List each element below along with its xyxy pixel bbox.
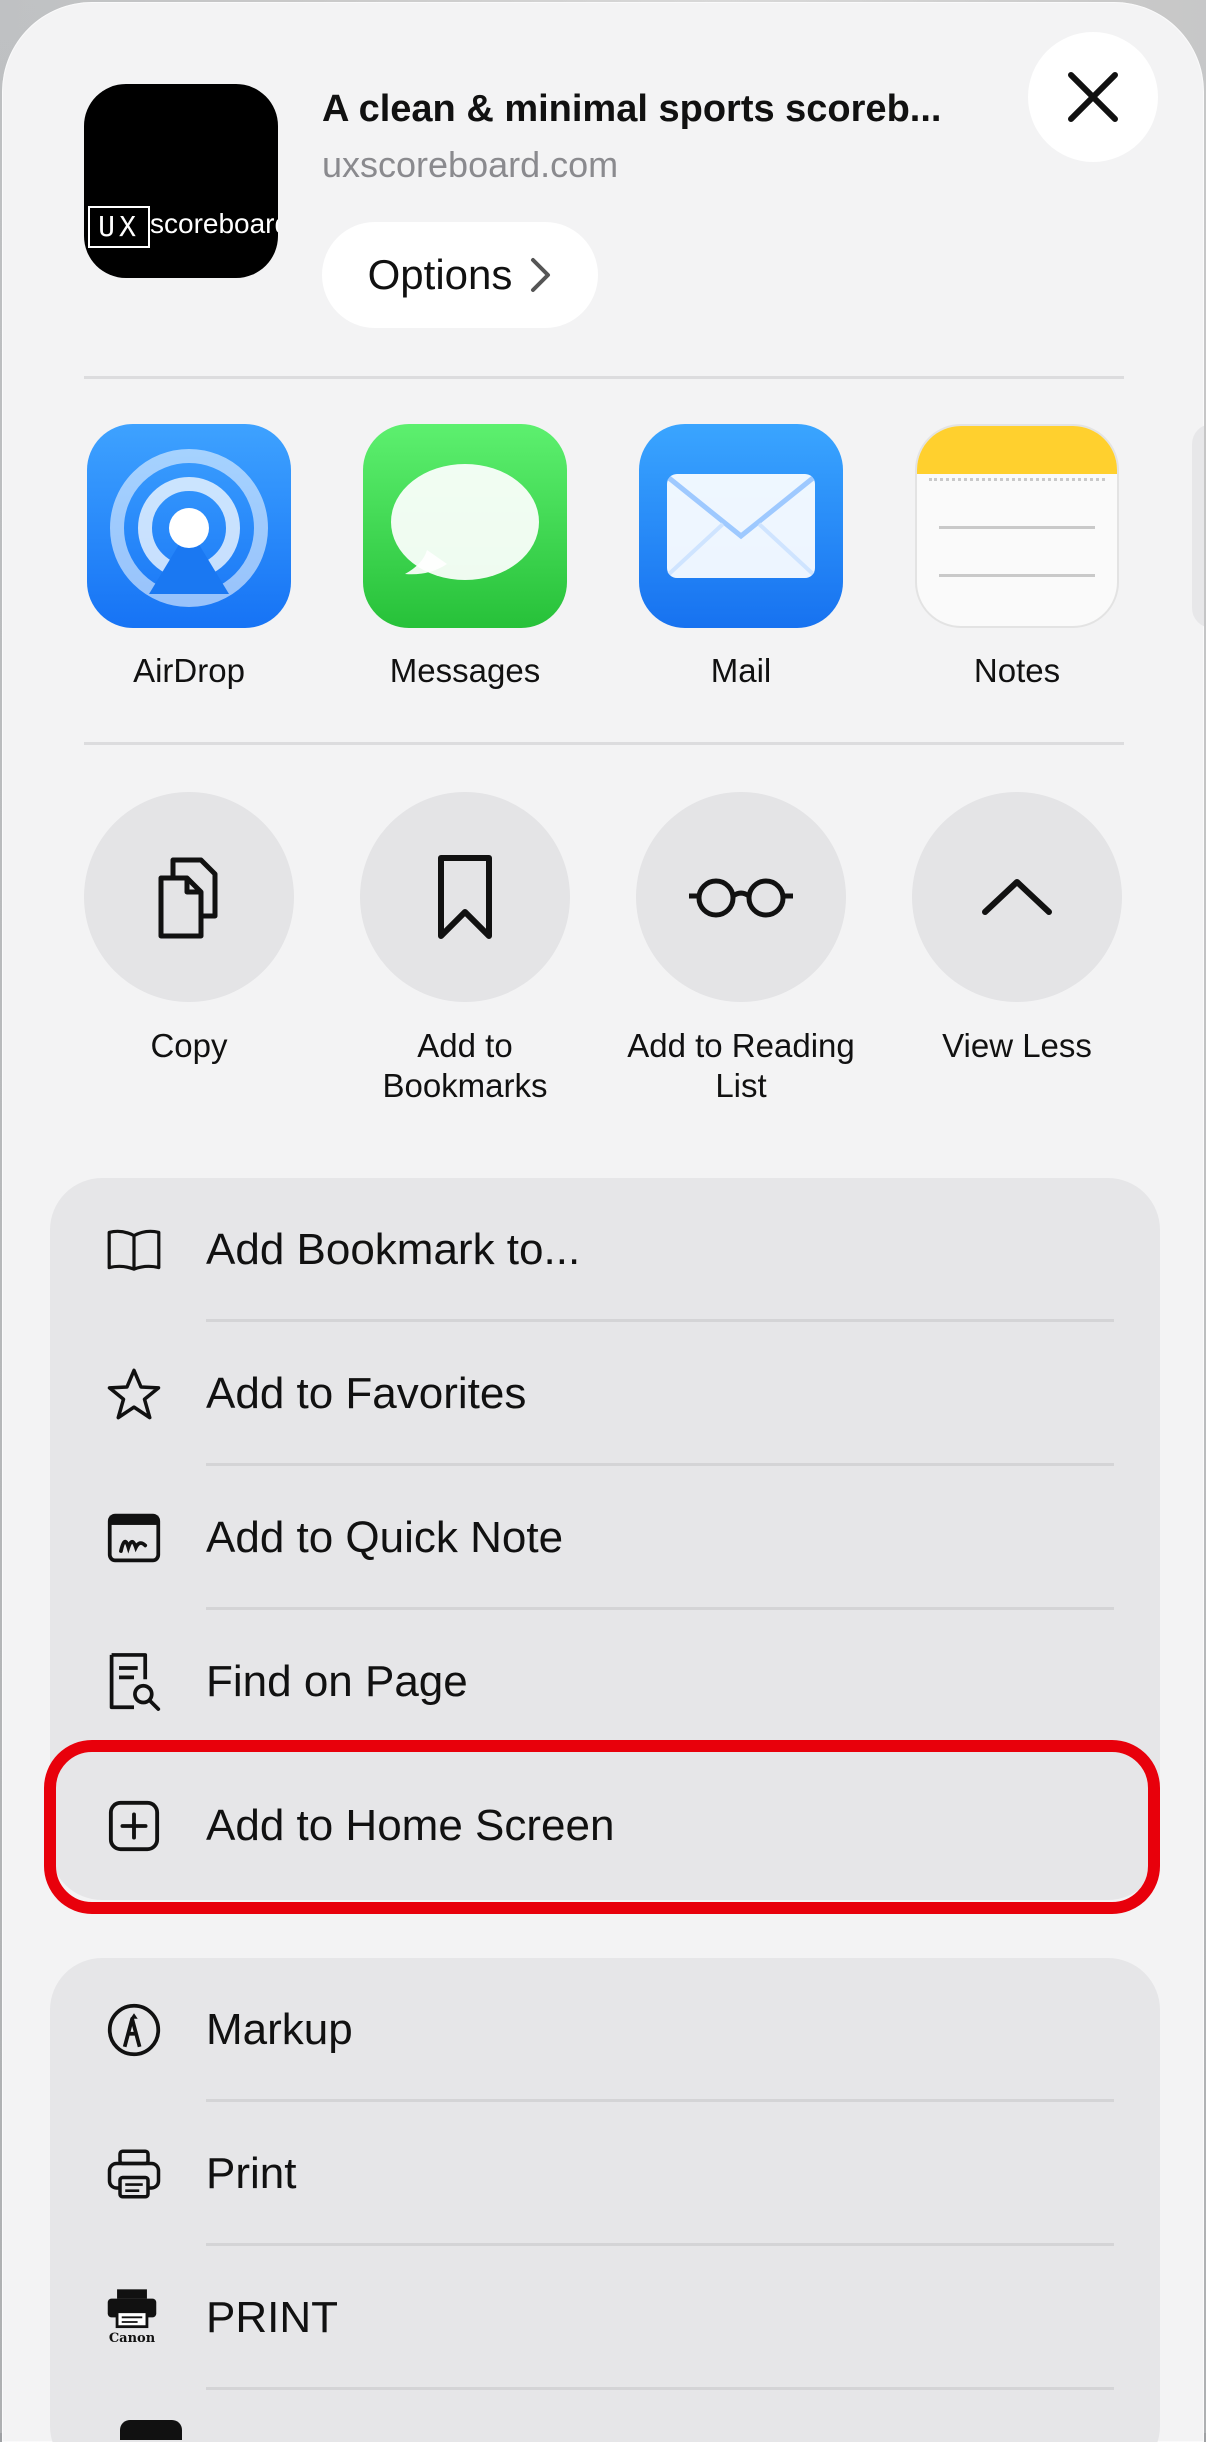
site-icon-brand-text: scoreboard [150, 208, 278, 239]
menu-item-add-to-home-screen[interactable]: Add to Home Screen [50, 1754, 1160, 1898]
menu-group-secondary: Markup Print Canon PRINT [50, 1958, 1160, 2442]
chevron-right-icon [531, 258, 551, 292]
menu-item-markup[interactable]: Markup [50, 1958, 1160, 2102]
page-url: uxscoreboard.com [322, 144, 619, 185]
share-target-mail[interactable]: Mail [636, 424, 846, 690]
airdrop-icon [87, 424, 291, 628]
divider [84, 742, 1124, 745]
messages-icon [363, 424, 567, 628]
close-button[interactable] [1028, 32, 1158, 162]
chevron-up-icon [982, 879, 1052, 915]
menu-item-label: Find on Page [206, 1657, 468, 1706]
menu-item-find-on-page[interactable]: Find on Page [50, 1610, 1160, 1754]
action-add-to-bookmarks[interactable]: Add to Bookmarks [335, 792, 595, 1106]
menu-item-add-to-favorites[interactable]: Add to Favorites [50, 1322, 1160, 1466]
mail-icon [639, 424, 843, 628]
share-target-label: AirDrop [133, 652, 245, 689]
share-target-notes[interactable]: Notes [912, 424, 1122, 690]
open-book-icon [106, 1222, 162, 1278]
options-label: Options [367, 251, 513, 298]
star-icon [106, 1366, 162, 1422]
share-target-label: Messages [389, 652, 541, 689]
canon-logo-text: Canon [108, 2330, 156, 2346]
share-target-label: Mail [710, 652, 772, 689]
action-label: Copy [150, 1027, 228, 1064]
site-icon: UX scoreboard [84, 84, 278, 278]
bookmark-icon [438, 855, 492, 939]
close-icon [1068, 72, 1118, 122]
menu-item-label: Add Bookmark to... [206, 1225, 581, 1274]
action-view-less[interactable]: View Less [887, 792, 1147, 1066]
action-copy[interactable]: Copy [59, 792, 319, 1066]
menu-item-label: Add to Home Screen [206, 1801, 615, 1850]
menu-item-label: Markup [206, 2005, 353, 2054]
markup-icon [106, 2002, 162, 2058]
copy-icon [158, 857, 218, 939]
divider [84, 376, 1124, 379]
share-target-airdrop[interactable]: AirDrop [84, 424, 294, 690]
menu-item-label: PRINT [206, 2293, 338, 2342]
action-label: View Less [942, 1027, 1092, 1064]
menu-group-primary: Add Bookmark to... Add to Favorites Add … [50, 1178, 1160, 1900]
share-target-label: Notes [973, 652, 1061, 689]
next-row-icon-partial [120, 2420, 182, 2440]
share-sheet: UX scoreboard A clean & minimal sports s… [2, 2, 1204, 2442]
find-on-page-icon [106, 1653, 162, 1711]
printer-icon [106, 2146, 162, 2202]
plus-square-icon [106, 1798, 162, 1854]
menu-item-add-bookmark-to[interactable]: Add Bookmark to... [50, 1178, 1160, 1322]
action-label: Add to Reading List [627, 1027, 855, 1104]
menu-item-canon-print[interactable]: Canon PRINT [50, 2246, 1160, 2390]
menu-item-label: Add to Quick Note [206, 1513, 564, 1562]
menu-item-print[interactable]: Print [50, 2102, 1160, 2246]
action-add-to-reading-list[interactable]: Add to Reading List [611, 792, 871, 1106]
menu-item-label: Print [206, 2149, 297, 2198]
notes-icon [915, 424, 1119, 628]
glasses-icon [689, 878, 793, 918]
menu-item-add-to-quick-note[interactable]: Add to Quick Note [50, 1466, 1160, 1610]
action-label: Add to Bookmarks [382, 1027, 548, 1104]
options-button[interactable]: Options [322, 222, 598, 328]
canon-printer-icon: Canon [92, 2276, 172, 2356]
page-title: A clean & minimal sports scoreb... [322, 88, 942, 130]
share-target-more[interactable] [1192, 424, 1204, 628]
site-icon-ux-text: UX [88, 206, 150, 248]
share-target-messages[interactable]: Messages [360, 424, 570, 690]
quick-note-icon [106, 1510, 162, 1566]
menu-item-label: Add to Favorites [206, 1369, 527, 1418]
